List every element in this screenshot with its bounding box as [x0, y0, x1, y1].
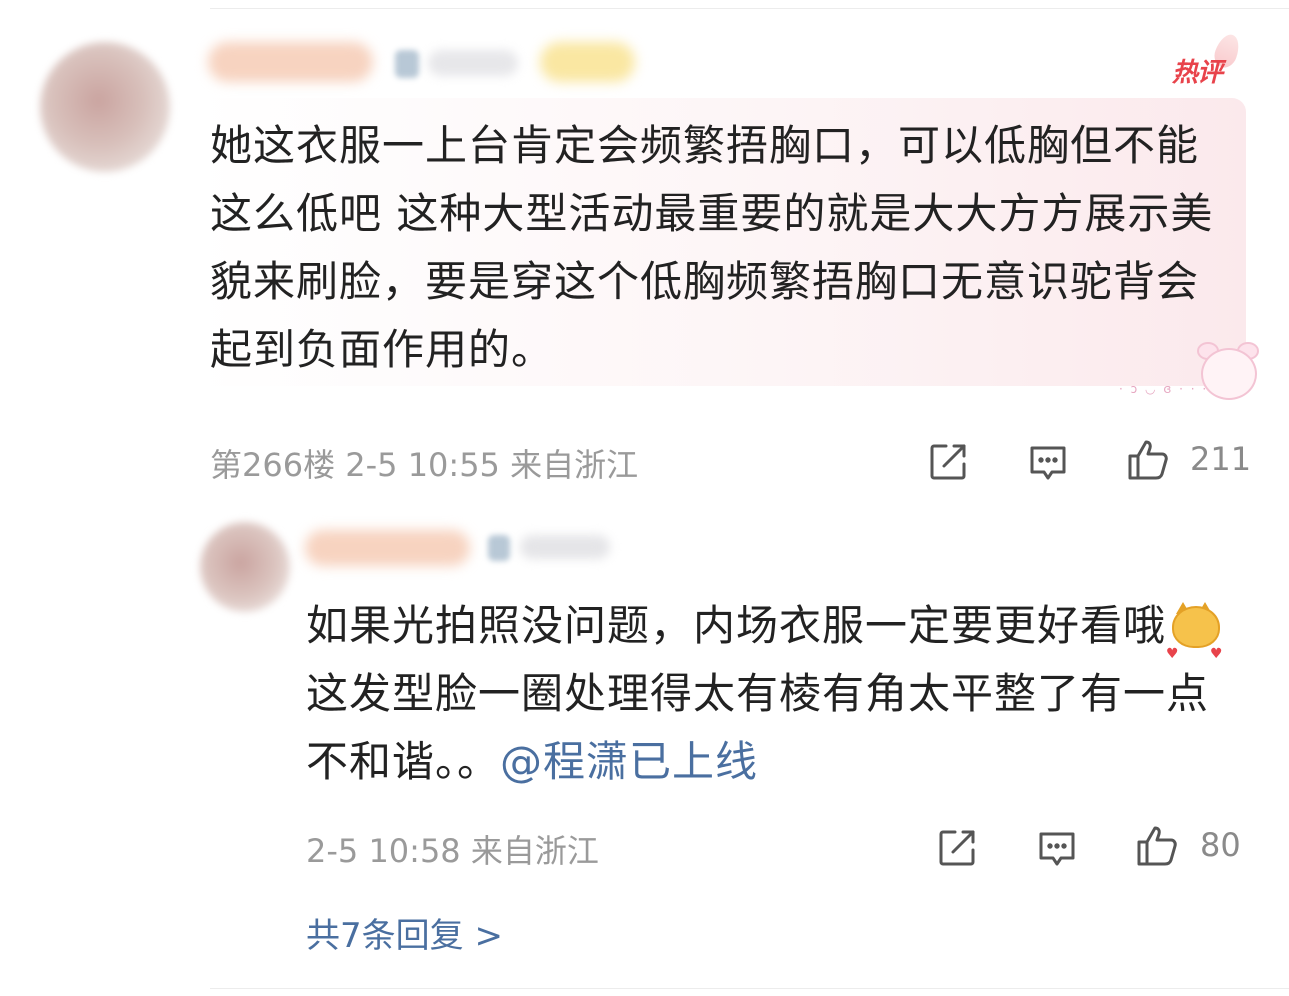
divider-bottom	[210, 988, 1289, 989]
replier-name-redacted[interactable]	[305, 530, 470, 566]
commenter-level-badge-redacted	[540, 42, 635, 82]
reply-meta: 2-5 10:58 来自浙江	[306, 832, 599, 870]
comment-text: 她这衣服一上台肯定会频繁捂胸口，可以低胸但不能这么低吧 这种大型活动最重要的就是…	[210, 121, 1214, 374]
commenter-avatar[interactable]	[40, 42, 170, 172]
replier-badge-icon	[488, 535, 510, 561]
hot-comment-label: 热评	[1172, 58, 1223, 88]
reply-like-count: 80	[1200, 826, 1241, 864]
mention-link[interactable]: @程潇已上线	[500, 737, 758, 786]
commenter-badge-icon	[395, 50, 419, 78]
divider-top	[210, 8, 1289, 9]
thumbs-up-icon[interactable]	[1126, 438, 1170, 482]
sticker-bunny-icon	[1201, 348, 1257, 400]
view-all-replies-link[interactable]: 共7条回复 >	[306, 908, 503, 957]
comment-meta: 第266楼 2-5 10:55 来自浙江	[210, 446, 639, 484]
reply-share-icon[interactable]	[935, 826, 979, 870]
replier-avatar[interactable]	[200, 522, 290, 612]
commenter-name-redacted[interactable]	[208, 42, 373, 82]
sticker-dots: · ɔ ◡ ɞ · · ·	[1119, 382, 1209, 396]
bubble-sticker-decoration: · ɔ ◡ ɞ · · ·	[1115, 340, 1260, 412]
reply-thumbs-up-icon[interactable]	[1135, 824, 1179, 868]
replier-badge-redacted	[520, 535, 610, 559]
cat-heart-emoji-icon: ♥ ♥	[1166, 600, 1223, 662]
reply-comment-icon[interactable]	[1035, 826, 1079, 870]
share-icon[interactable]	[926, 440, 970, 484]
commenter-badge-redacted	[428, 50, 518, 76]
weibo-comment-thread: 热评 她这衣服一上台肯定会频繁捂胸口，可以低胸但不能这么低吧 这种大型活动最重要…	[0, 0, 1289, 996]
reply-text: 如果光拍照没问题，内场衣服一定要更好看哦 ♥ ♥ 这发型脸一圈处理得太有棱有角太平整了…	[306, 592, 1246, 796]
reply-text-part1: 如果光拍照没问题，内场衣服一定要更好看哦	[306, 601, 1167, 650]
hot-comment-tag: 热评	[1168, 31, 1244, 88]
comment-icon[interactable]	[1026, 440, 1070, 484]
like-count: 211	[1190, 440, 1252, 478]
